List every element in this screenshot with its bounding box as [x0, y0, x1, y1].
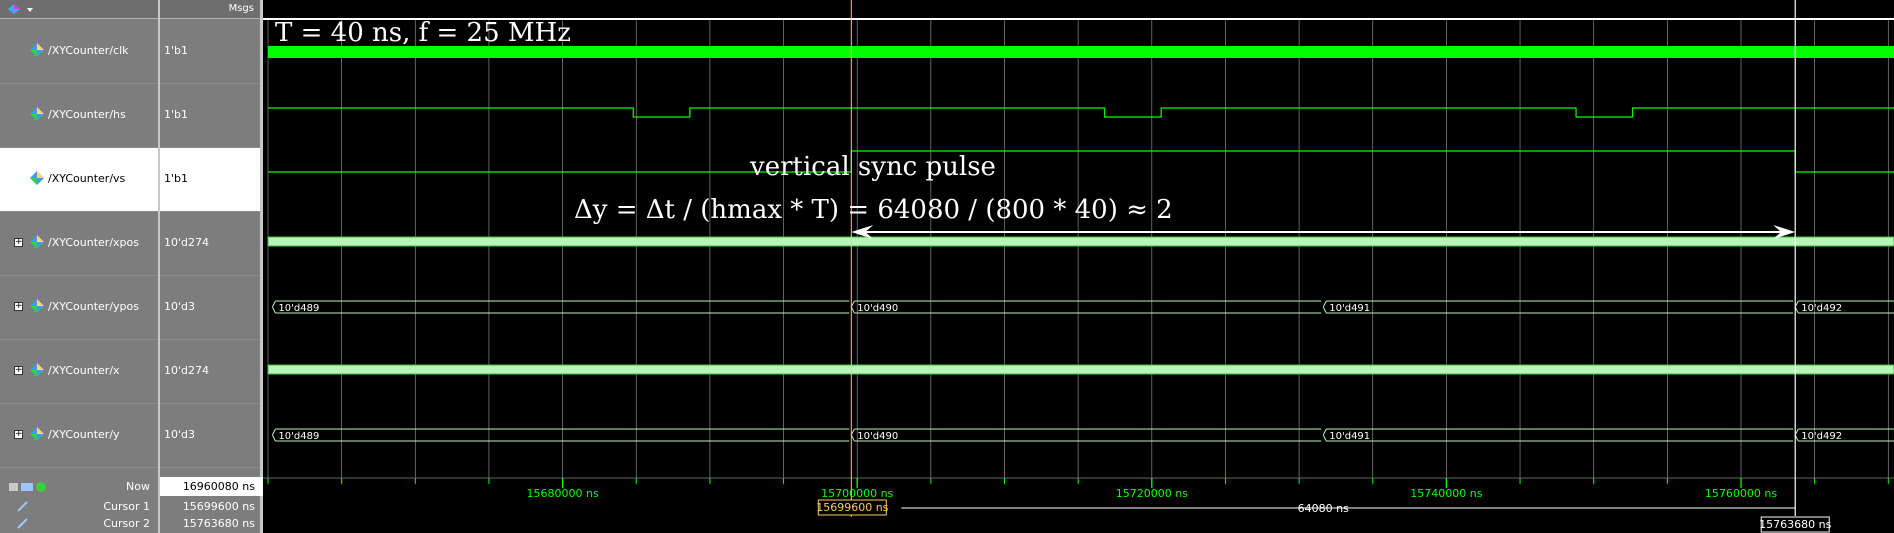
signal-name: /XYCounter/clk: [48, 44, 129, 57]
ypos-bus-value: 10'd491: [1329, 303, 1370, 314]
signal-row[interactable]: + /XYCounter/y: [0, 404, 158, 468]
period-annotation: T = 40 ns, f = 25 MHz: [275, 18, 571, 48]
signal-diamond-icon: [30, 43, 44, 57]
signal-diamond-icon: [30, 427, 44, 441]
expand-icon[interactable]: +: [14, 366, 23, 375]
signal-value-row[interactable]: 10'd3: [160, 276, 260, 340]
signal-name-pane: /XYCounter/clk/XYCounter/hs/XYCounter/vs…: [0, 0, 160, 533]
expand-icon[interactable]: +: [14, 430, 23, 439]
signal-diamond-icon: [30, 235, 44, 249]
signal-value-row[interactable]: 1'b1: [160, 20, 260, 84]
signal-row[interactable]: + /XYCounter/xpos: [0, 212, 158, 276]
ypos-bus-value: 10'd490: [857, 303, 898, 314]
signal-value: 1'b1: [164, 44, 189, 57]
cursor2-value[interactable]: 15763680 ns: [160, 514, 263, 533]
signal-name: /XYCounter/hs: [48, 108, 126, 121]
signal-value-row[interactable]: 10'd274: [160, 212, 260, 276]
signal-row[interactable]: /XYCounter/clk: [0, 20, 158, 84]
now-toolbar-icons[interactable]: [8, 480, 52, 494]
signal-value: 1'b1: [164, 108, 189, 121]
signal-row[interactable]: + /XYCounter/ypos: [0, 276, 158, 340]
signal-diamond-icon: [30, 299, 44, 313]
y-bus-value: 10'd490: [857, 431, 898, 442]
cursor1-wrench-icon[interactable]: [16, 499, 30, 513]
signal-value-row[interactable]: 10'd3: [160, 404, 260, 468]
now-value: 16960080 ns: [160, 477, 263, 496]
timeline-label: 15700000 ns: [821, 487, 893, 500]
signal-value: 10'd274: [164, 236, 209, 249]
signal-value: 1'b1: [164, 172, 189, 185]
signal-row[interactable]: /XYCounter/vs: [0, 148, 158, 212]
signal-row[interactable]: + /XYCounter/x: [0, 340, 158, 404]
ypos-bus-value: 10'd489: [278, 303, 319, 314]
cursor2-tag: 15763680 ns: [1759, 518, 1831, 531]
signal-diamond-icon: [30, 363, 44, 377]
signal-diamond-icon: [30, 171, 44, 185]
y-bus-value: 10'd491: [1329, 431, 1370, 442]
y-bus-value: 10'd489: [278, 431, 319, 442]
cursor-delta-label: 64080 ns: [1298, 502, 1349, 515]
cursor1-tag: 15699600 ns: [816, 501, 888, 514]
x-bus: [267, 364, 1894, 375]
y-bus-value: 10'd492: [1801, 431, 1842, 442]
wave-window: /XYCounter/clk/XYCounter/hs/XYCounter/vs…: [0, 0, 1894, 533]
signal-value-row[interactable]: 1'b1: [160, 148, 260, 212]
expand-icon[interactable]: +: [14, 238, 23, 247]
signal-diamond-icon: [30, 107, 44, 121]
msgs-label: Msgs: [228, 3, 254, 14]
signal-value: 10'd274: [164, 364, 209, 377]
xpos-bus: [267, 236, 1894, 247]
signal-name: /XYCounter/y: [48, 428, 120, 441]
timeline-label: 15760000 ns: [1705, 487, 1777, 500]
cursor2-wrench-icon[interactable]: [16, 516, 30, 530]
signal-value: 10'd3: [164, 428, 196, 441]
signal-value-row[interactable]: 10'd274: [160, 340, 260, 404]
signal-name: /XYCounter/x: [48, 364, 120, 377]
vsync-annotation: vertical sync pulse: [750, 152, 996, 182]
name-pane-header: [0, 0, 158, 19]
signal-row[interactable]: /XYCounter/hs: [0, 84, 158, 148]
expand-icon[interactable]: +: [14, 302, 23, 311]
timeline-label: 15680000 ns: [527, 487, 599, 500]
signal-name: /XYCounter/vs: [48, 172, 126, 185]
signal-name: /XYCounter/ypos: [48, 300, 139, 313]
signal-name: /XYCounter/xpos: [48, 236, 139, 249]
waveform-pane[interactable]: 10'd48910'd49010'd49110'd49210'd49310'd4…: [263, 0, 1894, 533]
timeline-label: 15740000 ns: [1410, 487, 1482, 500]
ypos-bus-value: 10'd492: [1801, 303, 1842, 314]
signal-value: 10'd3: [164, 300, 196, 313]
timeline-label: 15720000 ns: [1116, 487, 1188, 500]
value-pane: Msgs 1'b1 1'b1 1'b1 10'd274 10'd3 10'd274 10'd…: [160, 0, 263, 533]
formula-annotation: Δy = Δt / (hmax * T) = 64080 / (800 * 40…: [574, 195, 1173, 225]
value-pane-header: Msgs: [160, 0, 260, 19]
layout-icon[interactable]: [6, 2, 34, 18]
signal-value-row[interactable]: 1'b1: [160, 84, 260, 148]
